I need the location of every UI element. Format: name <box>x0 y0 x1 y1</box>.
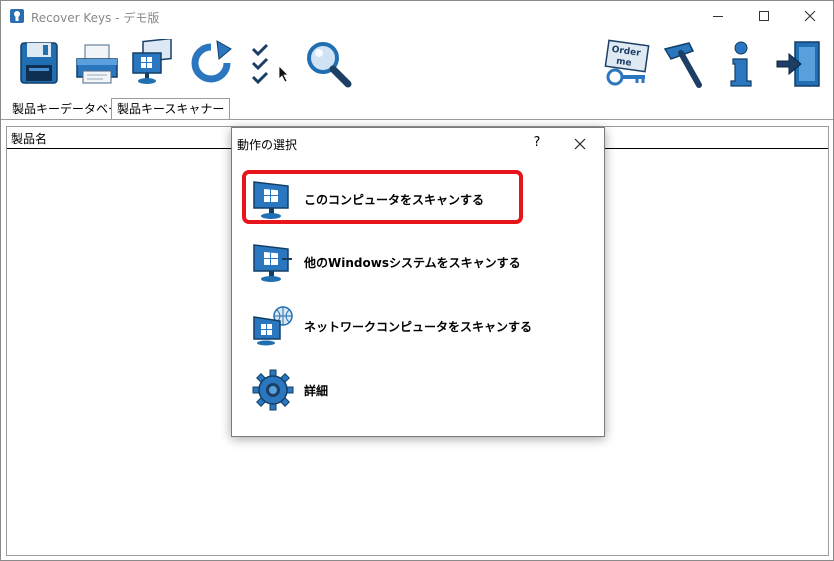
action-select-dialog: 動作の選択 ? このコンピュータをスキャンする 他のWindowsシステムをスキ… <box>231 127 605 437</box>
tools-button[interactable] <box>659 39 709 89</box>
option-label: ネットワークコンピュータをスキャンする <box>304 320 533 334</box>
column-header-product-name[interactable]: 製品名 <box>11 130 47 147</box>
print-button[interactable] <box>73 39 123 89</box>
title-bar: Recover Keys - デモ版 <box>1 1 833 31</box>
help-button[interactable]: ? <box>528 133 546 153</box>
search-button[interactable] <box>303 39 353 89</box>
maximize-icon <box>759 11 769 21</box>
refresh-icon <box>191 40 232 83</box>
refresh-button[interactable] <box>187 39 237 89</box>
app-window: Recover Keys - デモ版 Order me 製品キーデータベース 製… <box>0 0 834 561</box>
option-label: 他のWindowsシステムをスキャンする <box>304 256 521 270</box>
order-me-key-icon: Order me <box>604 39 650 86</box>
other-windows-icon <box>252 241 294 283</box>
window-title: Recover Keys - デモ版 <box>31 11 160 25</box>
magnifier-icon <box>307 42 352 88</box>
network-computers-icon <box>132 39 172 84</box>
scan-this-computer-option[interactable]: このコンピュータをスキャンする <box>246 174 576 224</box>
save-disk-icon <box>20 42 58 84</box>
network-computer-icon <box>252 305 294 347</box>
mouse-cursor-icon <box>278 65 289 83</box>
gear-icon <box>252 369 294 411</box>
close-button[interactable] <box>787 1 833 31</box>
minimize-button[interactable] <box>695 1 741 31</box>
app-keyhole-icon <box>9 8 25 24</box>
order-button[interactable]: Order me <box>603 39 655 89</box>
tab-divider <box>1 119 833 120</box>
computer-icon <box>252 178 294 220</box>
exit-door-icon <box>776 41 820 87</box>
tab-bar: 製品キーデータベース 製品キースキャナー <box>1 98 833 120</box>
dialog-close-button[interactable] <box>570 134 590 154</box>
dialog-title: 動作の選択 <box>237 138 298 152</box>
info-button[interactable] <box>717 39 767 89</box>
printer-icon <box>76 44 118 84</box>
exit-button[interactable] <box>775 39 825 89</box>
svg-text:me: me <box>615 57 632 69</box>
toolbar: Order me <box>1 33 833 95</box>
option-label: 詳細 <box>304 384 329 398</box>
maximize-button[interactable] <box>741 1 787 31</box>
network-computers-button[interactable] <box>129 39 179 89</box>
save-button[interactable] <box>15 39 65 89</box>
scan-other-windows-option[interactable]: 他のWindowsシステムをスキャンする <box>246 237 576 287</box>
minimize-icon <box>713 16 723 17</box>
tab-product-key-scanner[interactable]: 製品キースキャナー <box>111 98 231 120</box>
close-icon <box>804 10 816 22</box>
info-icon <box>730 41 752 87</box>
scan-network-computer-option[interactable]: ネットワークコンピュータをスキャンする <box>246 301 576 351</box>
option-label: このコンピュータをスキャンする <box>304 193 485 207</box>
close-icon <box>574 138 586 150</box>
hammer-icon <box>663 42 702 88</box>
details-option[interactable]: 詳細 <box>246 365 576 415</box>
checklist-icon <box>251 43 269 85</box>
